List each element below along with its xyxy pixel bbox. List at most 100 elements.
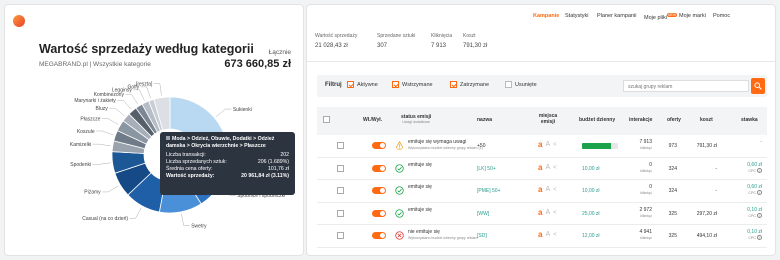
bid-rate[interactable]: 0,10 zł CPC i (732, 229, 762, 241)
row-checkbox[interactable] (337, 164, 344, 172)
offers-count: 973 (668, 143, 677, 149)
share-icon: < (553, 187, 557, 193)
ad-group-name-link[interactable]: [WW] (477, 211, 489, 217)
slice-label: Kamizelki (70, 142, 91, 148)
leader-line (102, 185, 119, 193)
info-icon[interactable]: i (757, 190, 762, 195)
emission-status: emituje się (408, 161, 432, 168)
leader-line (101, 118, 119, 125)
nav-help[interactable]: Pomoc (713, 13, 730, 19)
filter-paused-checkbox[interactable]: Wstrzymane (392, 81, 433, 88)
tooltip-sales-row: Wartość sprzedaży: 20 961,84 zł (3.11%) (166, 173, 289, 179)
offers-count: 324 (668, 188, 677, 194)
select-all-checkbox[interactable] (323, 116, 330, 125)
share-icon: < (553, 209, 557, 216)
summary-stats: Wartość sprzedaży 21 028,43 zł Sprzedane … (315, 33, 503, 49)
bid-rate[interactable]: - (732, 139, 762, 145)
row-checkbox[interactable] (337, 232, 344, 239)
leader-line (153, 83, 162, 96)
chart-title: Wartość sprzedaży według kategorii (39, 42, 254, 56)
ad-group-name-link[interactable]: [LK] 50+ (477, 166, 496, 172)
leader-line (129, 207, 142, 219)
leader-line (117, 100, 132, 110)
nav-my-files[interactable]: Moje plikiNEW (644, 13, 678, 21)
col-interactions: interakcje (629, 117, 653, 123)
interactions-value: 0 kliknięć (640, 161, 652, 173)
table-row[interactable]: nie emituje się Wykorzystano budżet dzien… (317, 225, 767, 248)
campaigns-panel: Kampanie Statystyki Planer kampanii Moje… (306, 4, 776, 256)
info-icon[interactable]: i (757, 212, 762, 218)
top-nav: Kampanie Statystyki Planer kampanii Moje… (307, 5, 775, 27)
filter-deleted-checkbox[interactable]: Usunięte (505, 81, 537, 88)
info-icon[interactable]: i (757, 167, 762, 173)
slice-label: Spodenki (70, 162, 91, 168)
emission-toggle[interactable] (372, 232, 386, 239)
bid-rate[interactable]: 0,60 zł CPC i (732, 162, 762, 174)
chart-tooltip: Moda > Odzież, Obuwie, Dodatki > Odzież … (160, 132, 295, 195)
leader-line (96, 130, 114, 136)
tooltip-swatch-icon (166, 136, 170, 140)
cost-value: 791,30 zł (696, 143, 717, 149)
cost-value: - (715, 188, 717, 194)
cost-value: 494,10 zł (696, 233, 717, 239)
ad-group-search-input[interactable]: szukaj grupy reklam (623, 80, 749, 92)
allegro-logo-icon: a (538, 162, 543, 172)
filter-label: Filtruj (325, 82, 342, 88)
table-row[interactable]: emituje się [WW] a A < 25,00 zł 2 972 klikn… (317, 203, 767, 225)
stat-sales-value: Wartość sprzedaży 21 028,43 zł (315, 33, 358, 49)
error-icon (395, 231, 404, 240)
daily-budget-value: 25,00 zł (582, 210, 600, 217)
table-row[interactable]: emituje się [PME] 50+ a A < 10,00 zł 0 klik… (317, 180, 767, 203)
nav-campaigns[interactable]: Kampanie (533, 13, 559, 19)
sales-by-category-panel: Wartość sprzedaży według kategorii MEGAB… (4, 4, 304, 256)
row-checkbox[interactable] (337, 142, 344, 149)
stat-cost: Koszt 791,30 zł (463, 33, 488, 49)
emission-places: a A < (538, 207, 557, 217)
warning-icon (395, 141, 404, 150)
allegro-logo-icon: a (538, 140, 543, 149)
col-rate: stawka (741, 117, 758, 123)
check-circle-icon (395, 186, 404, 195)
leader-line (92, 162, 111, 165)
filter-active-checkbox[interactable]: Aktywne (347, 81, 378, 88)
leader-line (216, 108, 232, 117)
table-header: Wł./Wył. status emisji Uwagi dodatkowe na… (317, 107, 767, 135)
table-row[interactable]: emituje się wymaga uwagi Wykorzystano bud… (317, 135, 767, 158)
slice-label: Płaszcze (80, 116, 100, 122)
emission-toggle[interactable] (372, 187, 386, 194)
nav-my-brands[interactable]: Moje marki (679, 13, 706, 19)
row-checkbox[interactable] (337, 209, 344, 217)
emission-places: a A < (538, 186, 557, 194)
interactions-value: 2 972 kliknięć (639, 206, 652, 218)
info-icon[interactable]: i (757, 235, 762, 240)
slice-label: Sukienki (233, 107, 252, 113)
slice-label: Koszule (77, 129, 95, 135)
emission-status: nie emituje się Wykorzystano budżet dzien… (408, 229, 478, 240)
tooltip-category-path: Moda > Odzież, Obuwie, Dodatki > Odzież … (166, 136, 275, 149)
emission-toggle[interactable] (372, 142, 386, 149)
table-row[interactable]: emituje się [LK] 50+ a A < 10,00 zł 0 klikn… (317, 158, 767, 180)
col-budget: budżet dzienny (579, 117, 616, 123)
emission-status: emituje się (408, 206, 432, 213)
bid-rate[interactable]: 0,10 zł CPC i (732, 207, 762, 219)
allegro-logo-icon: a (538, 207, 543, 217)
nav-statistics[interactable]: Statystyki (565, 13, 589, 19)
daily-budget-value: 12,00 zł (582, 233, 600, 239)
checkbox-checked-icon (347, 81, 354, 88)
divider (307, 61, 775, 62)
emission-toggle[interactable] (372, 164, 386, 172)
slice-label: Bluzy (96, 106, 109, 112)
ad-group-name-link[interactable]: [SD] (477, 233, 487, 239)
col-onoff: Wł./Wył. (363, 117, 383, 123)
bid-rate[interactable]: 0,60 zł CPC i (732, 184, 762, 196)
ad-group-name-link[interactable]: [PME] 50+ (477, 188, 500, 194)
row-checkbox[interactable] (337, 187, 344, 194)
search-button[interactable] (751, 78, 765, 94)
daily-budget-bar (582, 143, 618, 149)
secondary-brand-icon: A (545, 208, 551, 216)
share-icon: < (553, 232, 557, 238)
nav-campaign-planner[interactable]: Planer kampanii (597, 13, 636, 19)
ad-group-name-link[interactable]: +50 (477, 143, 485, 149)
emission-toggle[interactable] (372, 209, 386, 217)
filter-stopped-checkbox[interactable]: Zatrzymane (450, 81, 489, 88)
